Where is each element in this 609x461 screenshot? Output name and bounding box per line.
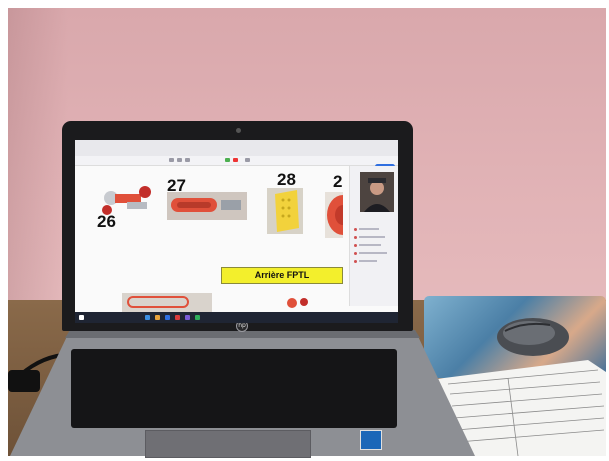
taskbar-app-icon[interactable]: [175, 315, 180, 320]
toolbar-icon: [225, 158, 230, 162]
panel-item-icon: [354, 228, 357, 231]
slide-number-27: 27: [167, 176, 186, 195]
red-drum-image: [325, 192, 343, 238]
slide-number-28: 28: [277, 170, 296, 189]
taskbar-app-icon[interactable]: [145, 315, 150, 320]
wireless-mouse-icon: [497, 318, 569, 356]
laptop-touchpad: [145, 430, 311, 458]
panel-item-icon: [354, 260, 357, 263]
bottom-part-image: [287, 298, 308, 308]
windows-taskbar: [75, 312, 398, 323]
slide-caption-label: Arrière FPTL: [221, 267, 343, 284]
toolbar-icon: [185, 158, 190, 162]
panel-item-icon: [354, 244, 357, 247]
panel-item[interactable]: [359, 252, 387, 254]
hose-reel-image: [167, 192, 247, 220]
webcam-icon: [236, 128, 241, 133]
participant-video-tile: [360, 172, 394, 212]
bottom-slide-image: [122, 293, 212, 313]
panel-item-icon: [354, 252, 357, 255]
laptop-keyboard: [71, 349, 397, 428]
laptop-screen: 26 27 28 2 Arrière FPTL: [75, 140, 398, 323]
photo-scene: hp 26 27 28 2 Arrière FPTL: [0, 0, 609, 461]
taskbar-app-icon[interactable]: [155, 315, 160, 320]
taskbar-app-icon[interactable]: [165, 315, 170, 320]
panel-item[interactable]: [359, 260, 377, 262]
slide-number-26: 26: [97, 212, 116, 231]
toolbar-icon: [177, 158, 182, 162]
toolbar-icon: [169, 158, 174, 162]
perforated-plate-image: [267, 188, 303, 234]
toolbar-icon: [233, 158, 238, 162]
start-icon[interactable]: [79, 315, 84, 320]
taskbar-app-icon[interactable]: [195, 315, 200, 320]
intel-sticker-icon: [360, 430, 382, 450]
panel-item[interactable]: [359, 236, 385, 238]
panel-item-icon: [354, 236, 357, 239]
panel-item[interactable]: [359, 228, 379, 230]
viewer-toolbar: [75, 156, 398, 166]
toolbar-icon: [245, 158, 250, 162]
taskbar-app-icon[interactable]: [185, 315, 190, 320]
panel-item[interactable]: [359, 244, 381, 246]
browser-title-bar: [75, 140, 398, 157]
slide-number-partial: 2: [333, 172, 343, 191]
